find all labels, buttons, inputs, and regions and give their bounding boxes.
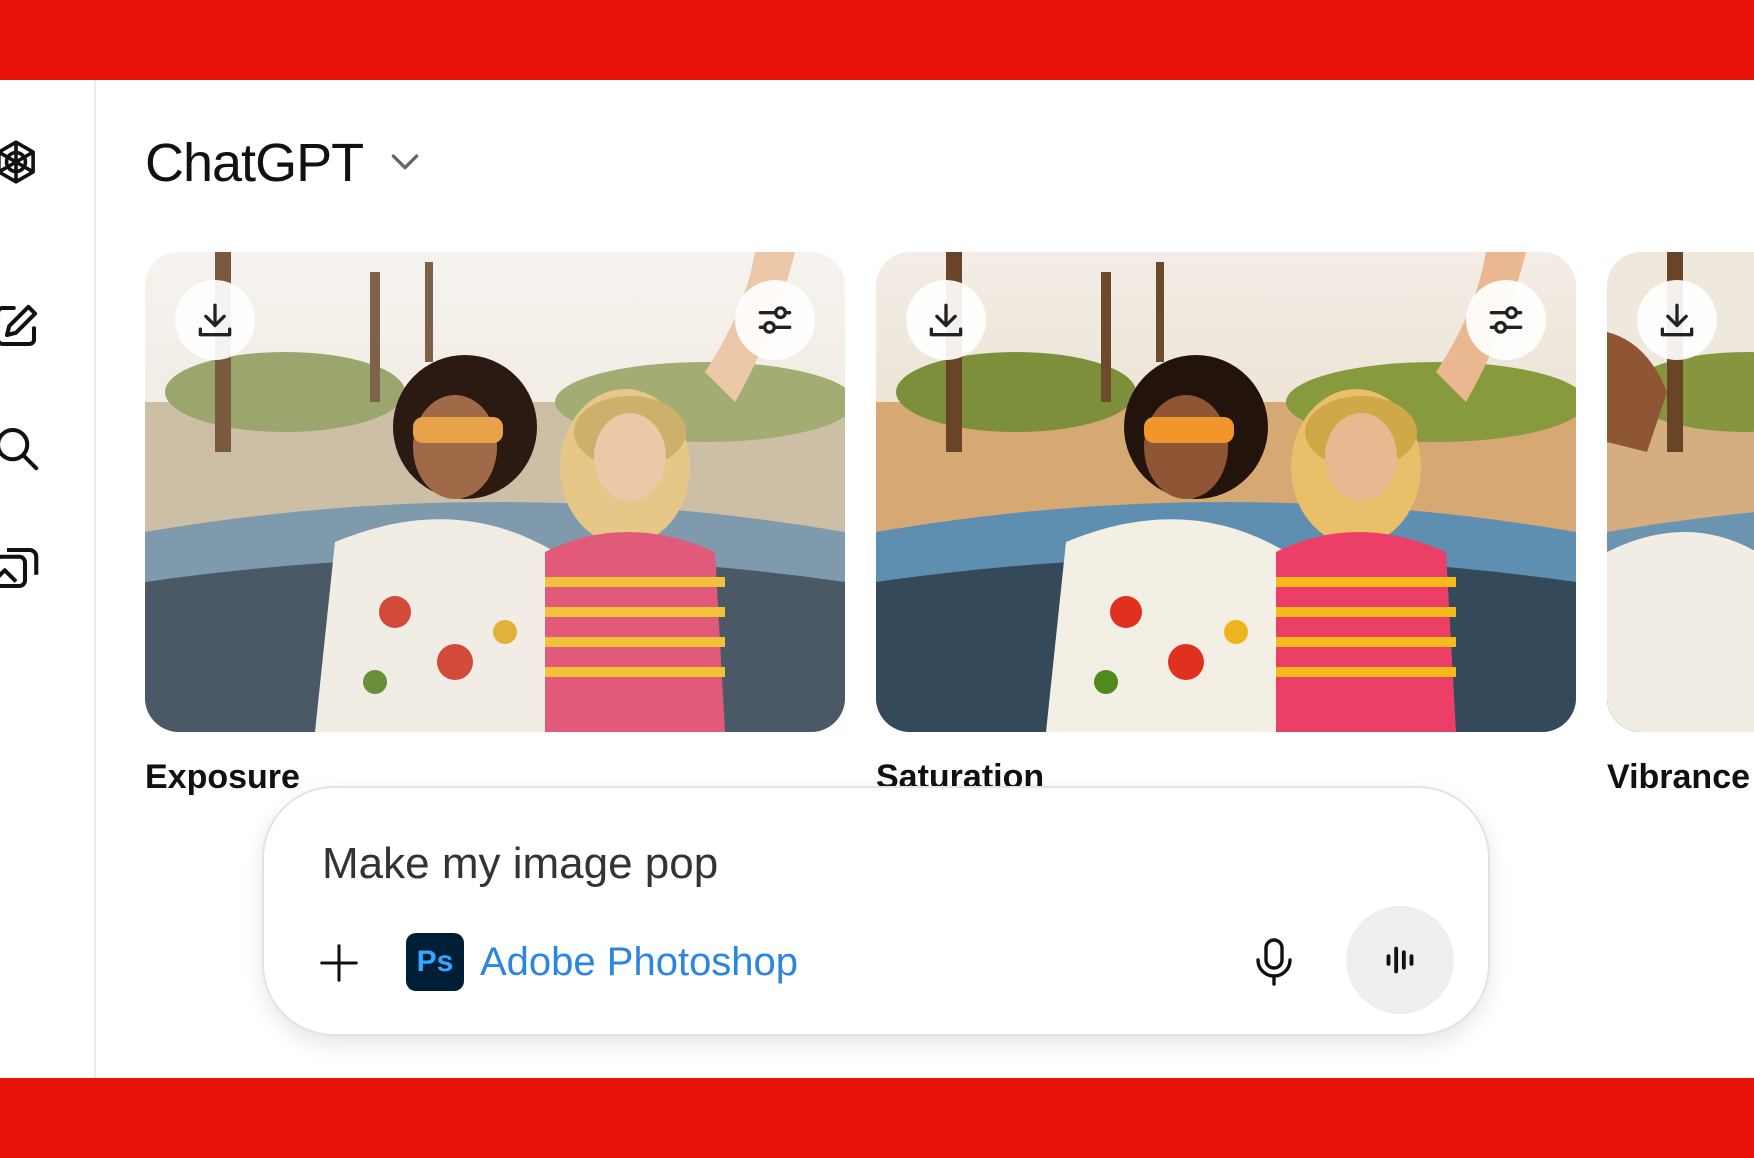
download-button[interactable] — [175, 280, 255, 360]
voice-mode-icon — [1386, 946, 1414, 974]
openai-logo-icon[interactable] — [0, 132, 46, 192]
result-card-vibrance[interactable]: Vibrance — [1607, 252, 1754, 797]
result-image[interactable] — [145, 252, 845, 732]
image-results-carousel: Exposure Saturation Vibrance — [145, 252, 1754, 812]
bottom-banner — [0, 1078, 1754, 1158]
dictate-button[interactable] — [1244, 932, 1304, 992]
photoshop-logo-icon: Ps — [406, 933, 464, 991]
voice-mode-button[interactable] — [1346, 906, 1454, 1014]
sliders-icon — [1489, 306, 1523, 334]
sidebar — [0, 80, 96, 1078]
images-icon[interactable] — [0, 538, 46, 598]
photoshop-logo-text: Ps — [416, 945, 454, 978]
prompt-input[interactable] — [322, 834, 1322, 894]
download-icon — [198, 303, 232, 337]
sliders-icon — [758, 306, 792, 334]
download-icon — [929, 303, 963, 337]
download-button[interactable] — [1637, 280, 1717, 360]
message-composer: Ps Adobe Photoshop — [262, 786, 1490, 1036]
top-banner — [0, 0, 1754, 80]
model-selector[interactable]: ChatGPT — [145, 132, 425, 194]
result-card-saturation[interactable]: Saturation — [876, 252, 1576, 797]
result-card-exposure[interactable]: Exposure — [145, 252, 845, 797]
app-chip-label: Adobe Photoshop — [480, 939, 799, 984]
adjust-button[interactable] — [1466, 280, 1546, 360]
download-icon — [1660, 303, 1694, 337]
chevron-down-icon — [385, 141, 425, 186]
microphone-icon — [1256, 938, 1292, 986]
adobe-photoshop-app-chip[interactable]: Ps Adobe Photoshop — [406, 932, 798, 992]
download-button[interactable] — [906, 280, 986, 360]
adjust-button[interactable] — [735, 280, 815, 360]
plus-icon — [320, 944, 358, 982]
result-image[interactable] — [1607, 252, 1754, 732]
card-label: Vibrance — [1607, 758, 1751, 796]
page-title: ChatGPT — [145, 133, 364, 193]
new-chat-icon[interactable] — [0, 296, 46, 356]
search-icon[interactable] — [0, 418, 46, 478]
result-image[interactable] — [876, 252, 1576, 732]
add-attachment-button[interactable] — [314, 938, 364, 988]
